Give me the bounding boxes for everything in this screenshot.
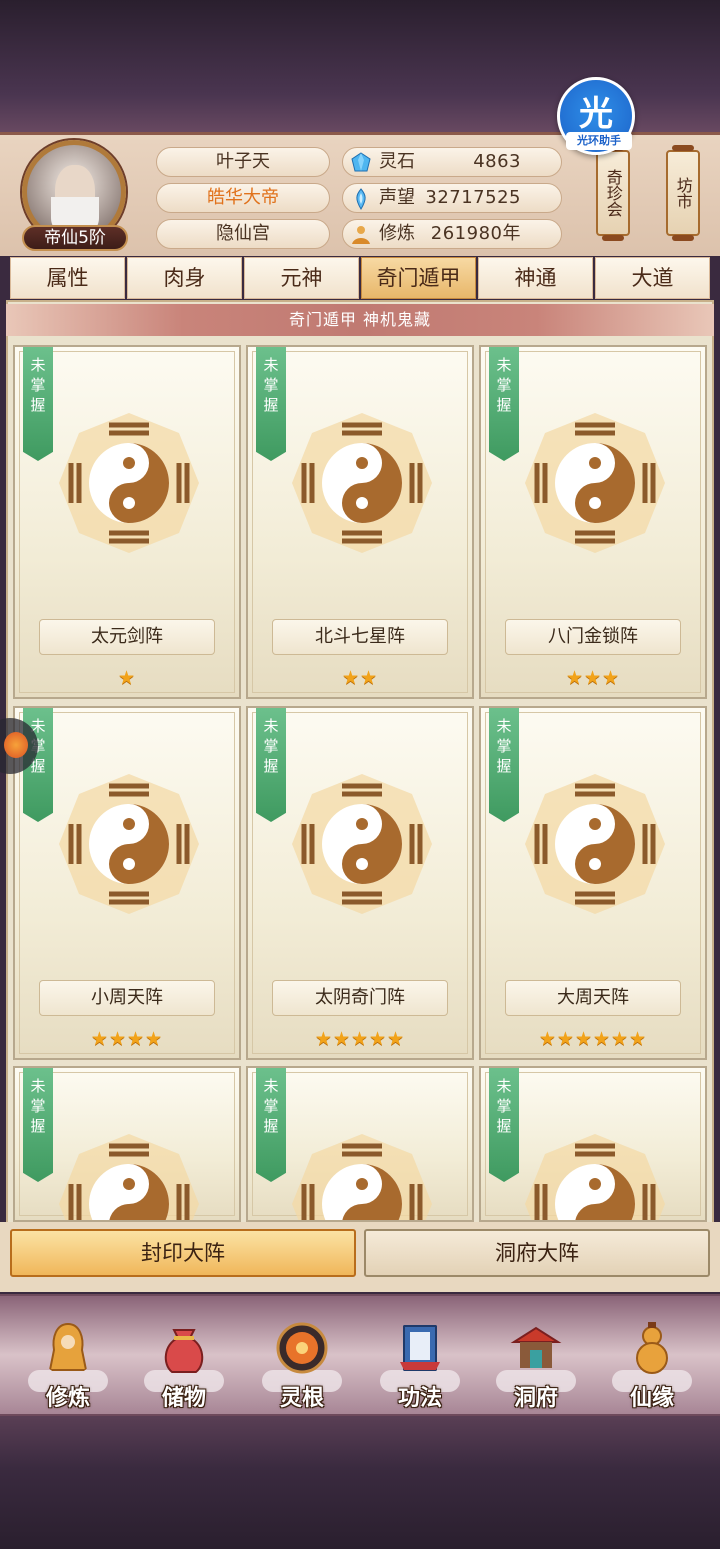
section-subtitle: 奇门遁甲 神机鬼藏 xyxy=(6,304,714,336)
nav-cultivate[interactable]: 修炼 xyxy=(18,1316,118,1414)
bagua-icon xyxy=(59,774,199,914)
stat-value: 261980年 xyxy=(430,223,521,244)
treasure-pavilion-button[interactable]: 奇珍会 xyxy=(596,145,630,241)
star-rating: ★★★★★★ xyxy=(538,1028,648,1050)
helper-overlay-button[interactable]: 光 光环助手 xyxy=(557,77,635,155)
player-name: 叶子天 xyxy=(156,147,330,177)
nav-spirit-root[interactable]: 灵根 xyxy=(252,1316,352,1414)
not-mastered-ribbon: 未掌握 xyxy=(23,1068,53,1182)
nav-fate[interactable]: 仙缘 xyxy=(602,1316,702,1414)
star-rating: ★★★ xyxy=(565,667,621,689)
bagua-icon xyxy=(292,413,432,553)
cave-formation-button[interactable]: 洞府大阵 xyxy=(364,1229,710,1277)
bagua-icon xyxy=(292,1134,432,1220)
nav-technique[interactable]: 功法 xyxy=(370,1316,470,1414)
nav-cave[interactable]: 洞府 xyxy=(486,1316,586,1414)
market-button[interactable]: 坊市 xyxy=(666,145,700,241)
not-mastered-ribbon: 未掌握 xyxy=(23,347,53,461)
bagua-icon xyxy=(525,1134,665,1220)
stat-value: 32717525 xyxy=(425,187,521,208)
nav-label: 功法 xyxy=(397,1386,442,1411)
tab-dao[interactable]: 大道 xyxy=(595,257,710,299)
reputation-icon xyxy=(356,188,366,210)
star-rating: ★★★★ xyxy=(90,1028,164,1050)
nav-label: 修炼 xyxy=(45,1386,90,1411)
bagua-icon xyxy=(59,1134,199,1220)
tab-bar: 属性 肉身 元神 奇门遁甲 神通 大道 xyxy=(10,257,710,299)
formation-name: 大周天阵 xyxy=(505,980,681,1016)
helper-logo: 光 xyxy=(579,94,613,134)
tab-attributes[interactable]: 属性 xyxy=(10,257,125,299)
bottom-background xyxy=(0,1415,720,1549)
formation-card[interactable]: 未掌握 xyxy=(13,1066,241,1222)
helper-label: 光环助手 xyxy=(566,132,632,150)
formation-card[interactable]: 未掌握 xyxy=(246,1066,474,1222)
nav-storage[interactable]: 储物 xyxy=(134,1316,234,1414)
formation-name: 北斗七星阵 xyxy=(272,619,448,655)
star-rating: ★★ xyxy=(341,667,379,689)
formation-card[interactable]: 未掌握 xyxy=(479,1066,707,1222)
tab-powers[interactable]: 神通 xyxy=(478,257,593,299)
not-mastered-ribbon: 未掌握 xyxy=(489,347,519,461)
storage-bag-icon xyxy=(164,1329,204,1373)
player-sect: 隐仙宫 xyxy=(156,219,330,249)
stat-label: 声望 xyxy=(379,187,415,208)
stat-cultivation: 修炼 261980年 xyxy=(342,219,562,249)
formation-card[interactable]: 未掌握 大周天阵 ★★★★★★ xyxy=(479,706,707,1060)
formation-card[interactable]: 未掌握 太阴奇门阵 ★★★★★ xyxy=(246,706,474,1060)
cultivation-icon xyxy=(352,226,370,244)
nav-label: 洞府 xyxy=(513,1386,558,1411)
not-mastered-ribbon: 未掌握 xyxy=(489,1068,519,1182)
stat-spirit-stone: 灵石 4863 xyxy=(342,147,562,177)
player-title: 皓华大帝 xyxy=(156,183,330,213)
fate-gourd-icon xyxy=(636,1322,668,1374)
star-rating: ★ xyxy=(117,667,137,689)
formation-name: 太阴奇门阵 xyxy=(272,980,448,1016)
stat-label: 修炼 xyxy=(379,223,415,244)
cave-abode-icon xyxy=(510,1326,562,1368)
formation-name: 太元剑阵 xyxy=(39,619,215,655)
not-mastered-ribbon: 未掌握 xyxy=(489,708,519,822)
formation-card[interactable]: 未掌握 八门金锁阵 ★★★ xyxy=(479,345,707,699)
spirit-root-icon xyxy=(276,1322,328,1374)
star-rating: ★★★★★ xyxy=(314,1028,406,1050)
formation-name: 八门金锁阵 xyxy=(505,619,681,655)
formation-card[interactable]: 未掌握 太元剑阵 ★ xyxy=(13,345,241,699)
tab-body[interactable]: 肉身 xyxy=(127,257,242,299)
rank-badge: 帝仙5阶 xyxy=(22,225,128,251)
bagua-icon xyxy=(59,413,199,553)
tab-qimen[interactable]: 奇门遁甲 xyxy=(361,257,476,299)
formation-card[interactable]: 未掌握 北斗七星阵 ★★ xyxy=(246,345,474,699)
stat-label: 灵石 xyxy=(379,151,415,172)
formation-card[interactable]: 未掌握 小周天阵 ★★★★ xyxy=(13,706,241,1060)
not-mastered-ribbon: 未掌握 xyxy=(256,1068,286,1182)
spirit-stone-icon xyxy=(351,152,371,172)
bagua-icon xyxy=(292,774,432,914)
seal-formation-button[interactable]: 封印大阵 xyxy=(10,1229,356,1277)
nav-label: 仙缘 xyxy=(629,1386,674,1411)
bagua-icon xyxy=(525,774,665,914)
not-mastered-ribbon: 未掌握 xyxy=(256,708,286,822)
not-mastered-ribbon: 未掌握 xyxy=(256,347,286,461)
meditate-icon xyxy=(48,1322,88,1371)
stat-reputation: 声望 32717525 xyxy=(342,183,562,213)
tab-spirit[interactable]: 元神 xyxy=(244,257,359,299)
nav-label: 灵根 xyxy=(279,1386,324,1411)
bagua-icon xyxy=(525,413,665,553)
technique-book-icon xyxy=(400,1325,440,1371)
stat-value: 4863 xyxy=(473,151,521,172)
formation-name: 小周天阵 xyxy=(39,980,215,1016)
nav-label: 储物 xyxy=(161,1386,206,1411)
